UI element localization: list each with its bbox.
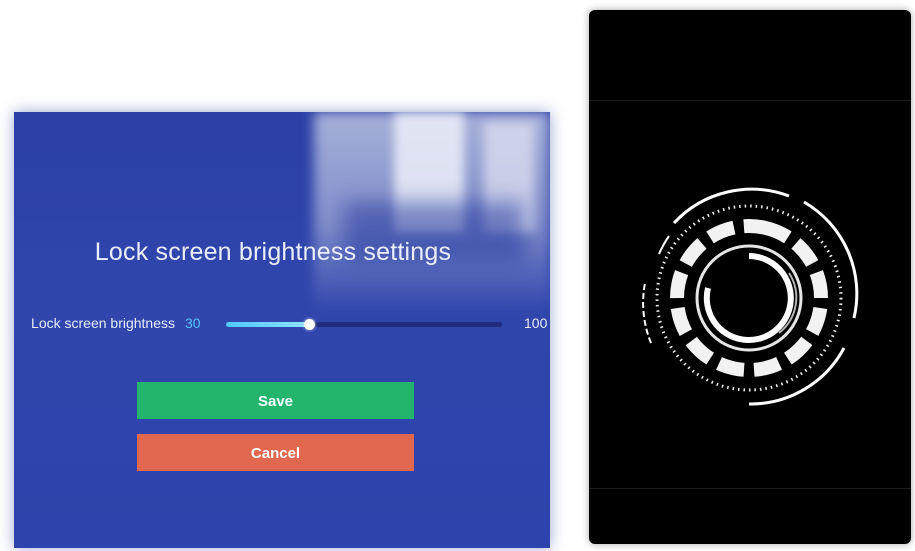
brightness-label: Lock screen brightness: [14, 315, 175, 331]
brightness-value: 30: [185, 315, 201, 331]
phone-lock-screen: [589, 10, 911, 544]
inner-ring: [695, 244, 803, 352]
outer-arc: [658, 235, 670, 255]
brightness-max-value: 100: [524, 315, 548, 331]
save-button[interactable]: Save: [137, 382, 414, 419]
tv-settings-screen: Lock screen brightness settings Lock scr…: [14, 112, 550, 548]
dialog-title: Lock screen brightness settings: [94, 238, 452, 266]
outer-arc: [672, 187, 790, 225]
photo-composite: Lock screen brightness settings Lock scr…: [0, 0, 915, 551]
dotted-ring: [655, 204, 843, 392]
divider: [589, 488, 911, 489]
segment-ring: [670, 219, 828, 377]
brightness-label-text: Lock screen brightness: [31, 315, 175, 331]
fingerprint-unlock-ring-icon[interactable]: [629, 178, 869, 418]
inner-arc: [703, 253, 794, 343]
brightness-setting-row: Lock screen brightness 30 100: [14, 312, 550, 336]
divider: [589, 100, 911, 101]
slider-thumb[interactable]: [304, 319, 315, 330]
slider-fill: [226, 322, 309, 327]
brightness-slider[interactable]: [226, 319, 502, 330]
outer-arc: [642, 282, 652, 344]
cancel-button[interactable]: Cancel: [137, 434, 414, 471]
